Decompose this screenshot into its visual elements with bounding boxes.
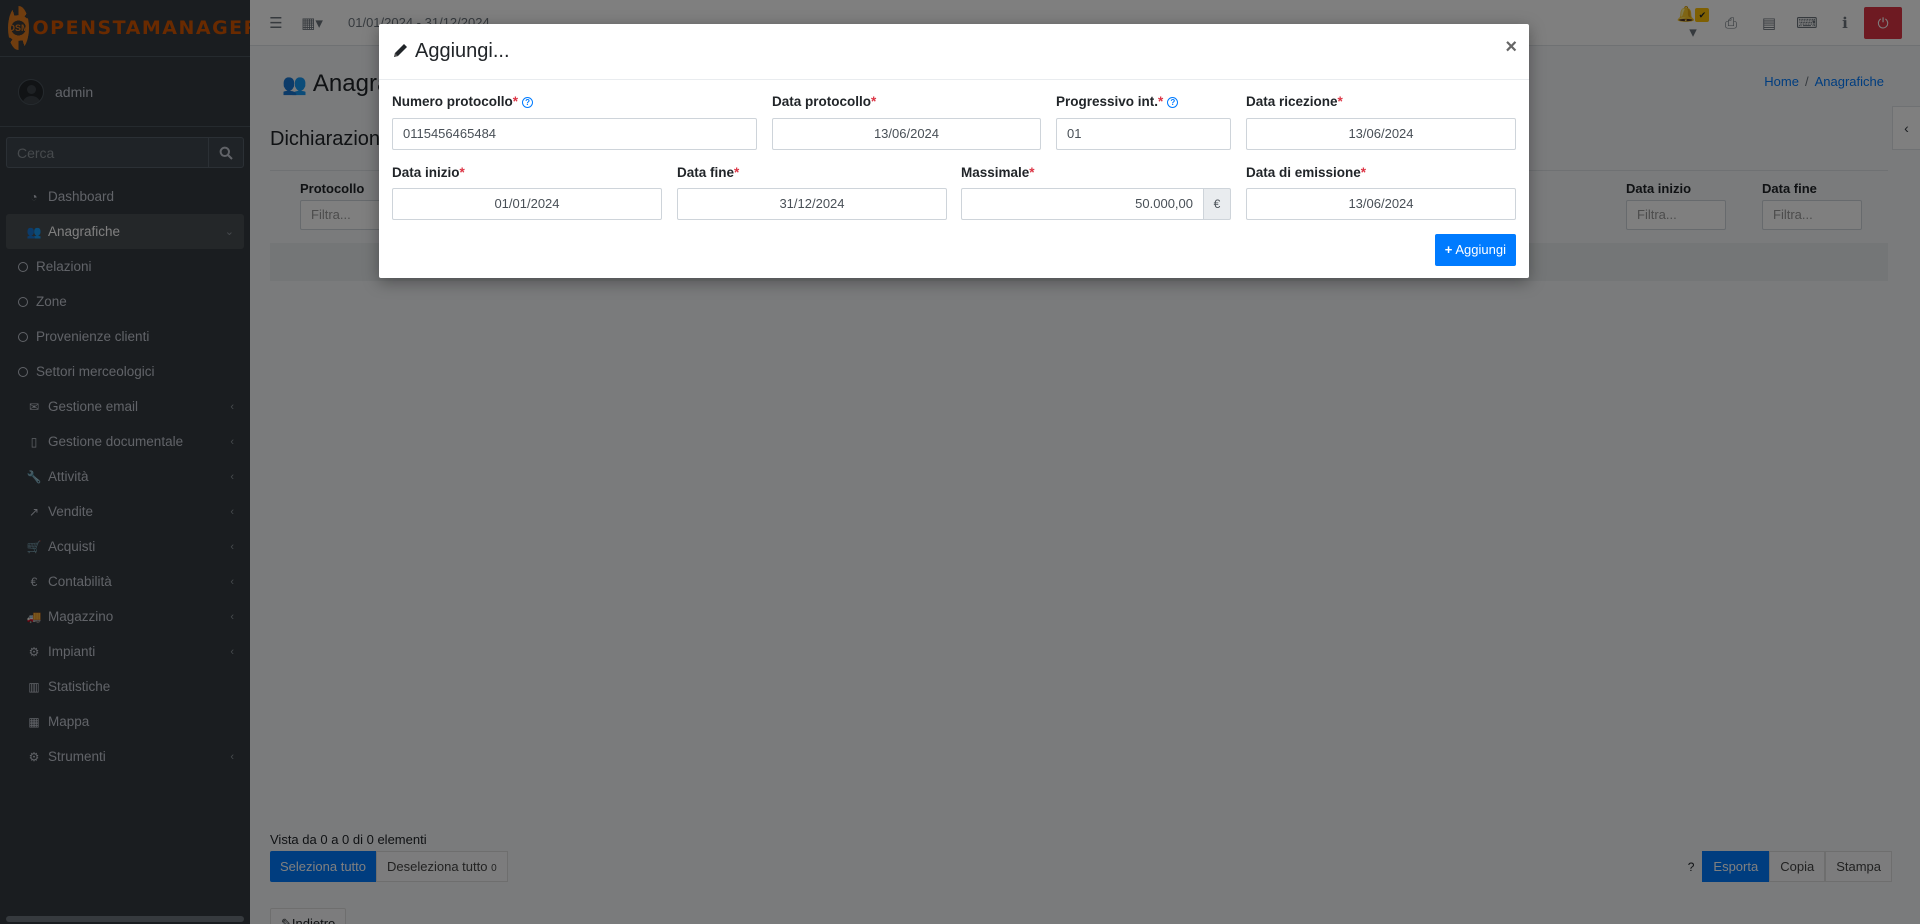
data-fine-input[interactable]: 31/12/2024	[677, 188, 947, 220]
data-protocollo-input[interactable]: 13/06/2024	[772, 118, 1041, 150]
help-icon[interactable]: ?	[522, 97, 534, 108]
label-text: Data di emissione	[1246, 165, 1361, 180]
label-massimale: Massimale*	[961, 165, 1035, 180]
label-data-ricezione: Data ricezione*	[1246, 94, 1343, 109]
modal-title: Aggiungi...	[415, 40, 510, 62]
help-icon[interactable]: ?	[1167, 97, 1179, 108]
massimale-input[interactable]: 50.000,00	[961, 188, 1204, 220]
required-mark: *	[1337, 94, 1343, 109]
progressivo-int-input[interactable]: 01	[1056, 118, 1231, 150]
required-mark: *	[1029, 165, 1035, 180]
label-text: Data inizio	[392, 165, 460, 180]
required-mark: *	[512, 94, 519, 109]
data-ricezione-input[interactable]: 13/06/2024	[1246, 118, 1516, 150]
label-text: Data protocollo	[772, 94, 872, 109]
label-data-fine: Data fine*	[677, 165, 739, 180]
add-button[interactable]: + Aggiungi	[1434, 234, 1516, 266]
add-button-label: Aggiungi	[1455, 242, 1506, 257]
required-mark: *	[1360, 165, 1367, 180]
label-data-inizio: Data inizio*	[392, 165, 465, 180]
label-progressivo-int: Progressivo int.*?	[1056, 94, 1179, 109]
label-text: Data fine	[677, 165, 735, 180]
currency-addon: €	[1203, 188, 1231, 220]
label-text: Massimale	[961, 165, 1030, 180]
add-modal: Aggiungi... × Numero protocollo*? 011545…	[379, 24, 1529, 278]
pencil-icon	[392, 42, 409, 62]
numero-protocollo-input[interactable]: 0115456465484	[392, 118, 757, 150]
label-text: Data ricezione	[1246, 94, 1338, 109]
required-mark: *	[871, 94, 877, 109]
required-mark: *	[459, 165, 465, 180]
label-data-emissione: Data di emissione*	[1246, 165, 1366, 180]
label-data-protocollo: Data protocollo*	[772, 94, 876, 109]
data-emissione-input[interactable]: 13/06/2024	[1246, 188, 1516, 220]
modal-header: Aggiungi... ×	[379, 24, 1529, 80]
data-inizio-input[interactable]: 01/01/2024	[392, 188, 662, 220]
plus-icon: +	[1444, 242, 1453, 257]
label-text: Numero protocollo	[392, 94, 513, 109]
required-mark: *	[734, 165, 740, 180]
label-numero-protocollo: Numero protocollo*?	[392, 94, 534, 109]
required-mark: *	[1158, 94, 1164, 109]
label-text: Progressivo int.	[1056, 94, 1159, 109]
close-icon[interactable]: ×	[1505, 36, 1517, 59]
